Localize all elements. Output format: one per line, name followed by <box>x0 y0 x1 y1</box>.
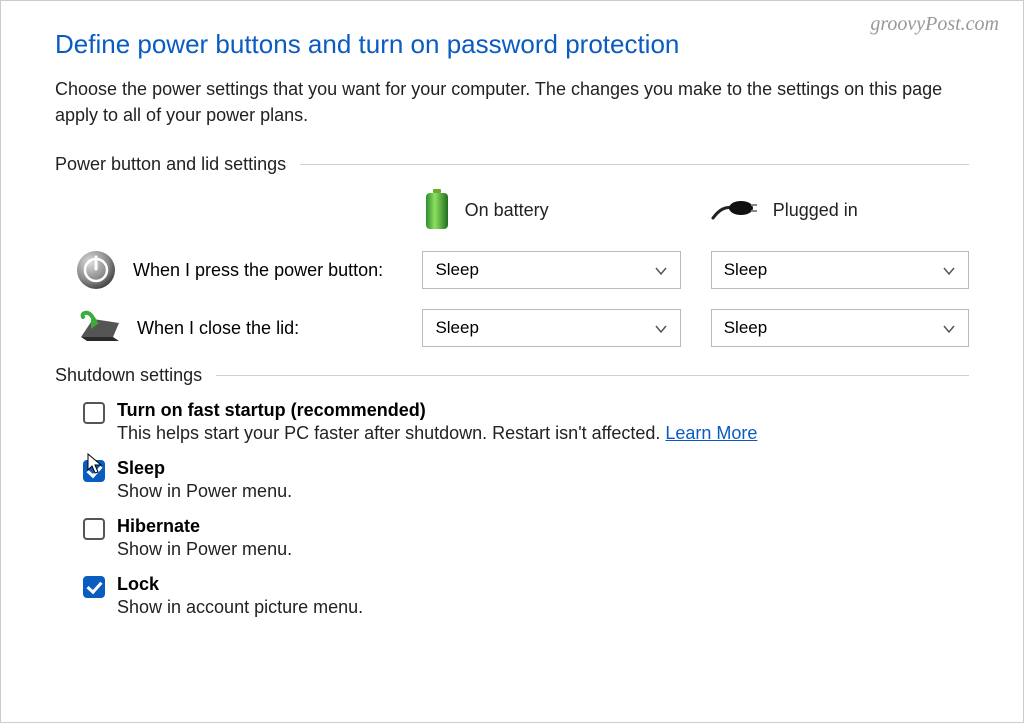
close-lid-battery-select[interactable]: Sleep <box>422 309 680 347</box>
column-headers: On battery Plugged in <box>55 189 969 231</box>
close-lid-label-group: When I close the lid: <box>55 309 422 347</box>
section-header-label: Power button and lid settings <box>55 154 286 175</box>
option-lock: Lock Show in account picture menu. <box>83 574 969 618</box>
power-button-plugged-select[interactable]: Sleep <box>711 251 969 289</box>
power-button-icon <box>75 249 117 291</box>
option-hibernate: Hibernate Show in Power menu. <box>83 516 969 560</box>
close-lid-icon <box>75 309 121 347</box>
page-title: Define power buttons and turn on passwor… <box>55 29 969 60</box>
power-button-battery-select[interactable]: Sleep <box>422 251 680 289</box>
setting-row-close-lid: When I close the lid: Sleep Sleep <box>55 309 969 347</box>
chevron-down-icon <box>654 263 668 277</box>
divider <box>216 375 969 376</box>
page-description: Choose the power settings that you want … <box>55 76 969 128</box>
chevron-down-icon <box>654 321 668 335</box>
select-value: Sleep <box>435 260 478 280</box>
power-button-label-group: When I press the power button: <box>55 249 422 291</box>
plugged-in-header: Plugged in <box>711 196 969 224</box>
plugged-in-label: Plugged in <box>773 200 858 221</box>
section-header-label: Shutdown settings <box>55 365 202 386</box>
close-lid-plugged-select[interactable]: Sleep <box>711 309 969 347</box>
watermark-text: groovyPost.com <box>870 13 999 36</box>
select-value: Sleep <box>724 260 767 280</box>
option-desc: Show in account picture menu. <box>117 597 969 618</box>
select-value: Sleep <box>435 318 478 338</box>
sleep-checkbox[interactable] <box>83 460 105 482</box>
select-value: Sleep <box>724 318 767 338</box>
section-header-shutdown: Shutdown settings <box>55 365 969 386</box>
option-fast-startup: Turn on fast startup (recommended) This … <box>83 400 969 444</box>
on-battery-header: On battery <box>423 189 711 231</box>
option-title: Lock <box>117 574 969 595</box>
chevron-down-icon <box>942 263 956 277</box>
option-title: Sleep <box>117 458 969 479</box>
fast-startup-checkbox[interactable] <box>83 402 105 424</box>
section-header-power-lid: Power button and lid settings <box>55 154 969 175</box>
option-desc: Show in Power menu. <box>117 539 969 560</box>
option-sleep: Sleep Show in Power menu. <box>83 458 969 502</box>
close-lid-label: When I close the lid: <box>137 318 299 339</box>
option-title: Turn on fast startup (recommended) <box>117 400 969 421</box>
hibernate-checkbox[interactable] <box>83 518 105 540</box>
battery-icon <box>423 189 451 231</box>
option-desc: Show in Power menu. <box>117 481 969 502</box>
on-battery-label: On battery <box>465 200 549 221</box>
chevron-down-icon <box>942 321 956 335</box>
option-desc: This helps start your PC faster after sh… <box>117 423 969 444</box>
plug-icon <box>711 196 759 224</box>
power-button-label: When I press the power button: <box>133 260 383 281</box>
setting-row-power-button: When I press the power button: Sleep Sle… <box>55 249 969 291</box>
divider <box>300 164 969 165</box>
learn-more-link[interactable]: Learn More <box>665 423 757 443</box>
option-title: Hibernate <box>117 516 969 537</box>
lock-checkbox[interactable] <box>83 576 105 598</box>
shutdown-options-list: Turn on fast startup (recommended) This … <box>55 400 969 618</box>
